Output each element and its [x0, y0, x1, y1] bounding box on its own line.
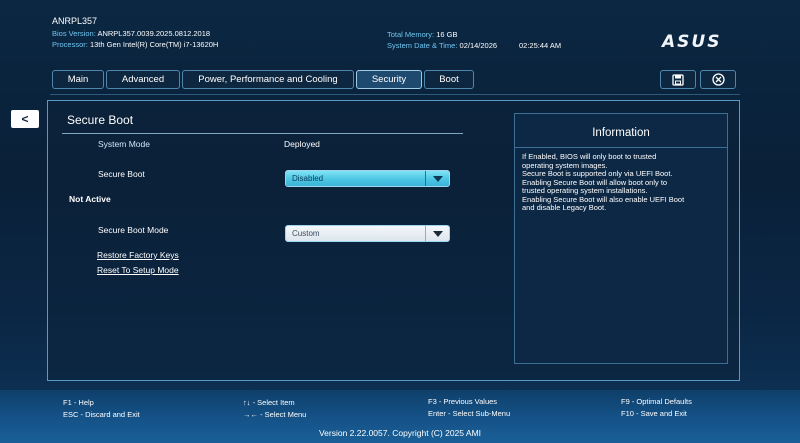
system-time: 02:25:44 AM: [519, 41, 562, 50]
system-mode-label: System Mode: [98, 139, 150, 149]
bios-version-value: ANRPL357.0039.2025.0812.2018: [97, 29, 211, 38]
exit-button[interactable]: [700, 70, 736, 89]
tab-power-performance-cooling[interactable]: Power, Performance and Cooling: [182, 70, 354, 89]
tab-advanced[interactable]: Advanced: [106, 70, 180, 89]
previous-values-hint: F3 - Previous Values: [428, 397, 498, 406]
save-icon: [672, 73, 684, 86]
system-date-label: System Date & Time:: [387, 41, 458, 50]
processor-label: Processor:: [52, 40, 88, 49]
system-date-value: 02/14/2026: [459, 41, 498, 50]
information-title: Information: [592, 127, 650, 139]
secure-boot-value: Disabled: [292, 174, 324, 183]
information-text: If Enabled, BIOS will only boot to trust…: [522, 152, 685, 212]
restore-factory-keys-link[interactable]: Restore Factory Keys: [97, 250, 179, 260]
select-menu-hint: →← - Select Menu: [243, 410, 307, 419]
select-item-hint: ↑↓ - Select Item: [243, 398, 295, 407]
processor-value: 13th Gen Intel(R) Core(TM) i7-13620H: [89, 40, 219, 49]
information-divider: [514, 147, 728, 148]
secure-boot-mode-dropdown[interactable]: Custom: [285, 225, 450, 242]
total-memory-value: 16 GB: [436, 30, 458, 39]
secure-boot-dropdown[interactable]: Disabled: [285, 170, 450, 187]
help-hint: F1 - Help: [63, 398, 94, 407]
tab-divider: [50, 94, 740, 95]
page-title: Secure Boot: [67, 113, 134, 127]
reset-to-setup-mode-link[interactable]: Reset To Setup Mode: [97, 265, 179, 275]
tab-security[interactable]: Security: [356, 70, 422, 89]
exit-icon: [711, 73, 725, 86]
bios-version: Bios Version: ANRPL357.0039.2025.0812.20…: [52, 29, 210, 39]
secure-boot-label: Secure Boot: [98, 169, 145, 179]
version-text: Version 2.22.0057. Copyright (C) 2025 AM…: [318, 428, 482, 438]
chevron-down-icon: [425, 226, 449, 241]
select-submenu-hint: Enter - Select Sub-Menu: [428, 409, 511, 418]
chevron-down-icon: [425, 171, 449, 186]
secure-boot-mode-label: Secure Boot Mode: [98, 225, 169, 235]
tab-boot[interactable]: Boot: [424, 70, 474, 89]
secure-boot-status: Not Active: [69, 194, 111, 204]
model-name: ANRPL357: [52, 16, 98, 26]
back-button[interactable]: <: [11, 110, 39, 128]
save-button[interactable]: [660, 70, 696, 89]
tab-main[interactable]: Main: [52, 70, 104, 89]
tab-bar: Main Advanced Power, Performance and Coo…: [52, 70, 476, 89]
save-exit-hint: F10 - Save and Exit: [621, 409, 687, 418]
total-memory-label: Total Memory:: [387, 30, 435, 39]
asus-logo: ASUS: [662, 32, 722, 52]
secure-boot-mode-value: Custom: [292, 229, 320, 238]
discard-exit-hint: ESC - Discard and Exit: [63, 410, 140, 419]
processor: Processor: 13th Gen Intel(R) Core(TM) i7…: [52, 40, 218, 50]
optimal-defaults-hint: F9 - Optimal Defaults: [621, 397, 692, 406]
bios-version-label: Bios Version:: [52, 29, 96, 38]
information-panel: [514, 113, 728, 364]
system-date: System Date & Time: 02/14/2026: [387, 41, 497, 51]
title-divider: [62, 133, 463, 134]
total-memory: Total Memory: 16 GB: [387, 30, 457, 40]
system-mode-value: Deployed: [284, 139, 320, 149]
